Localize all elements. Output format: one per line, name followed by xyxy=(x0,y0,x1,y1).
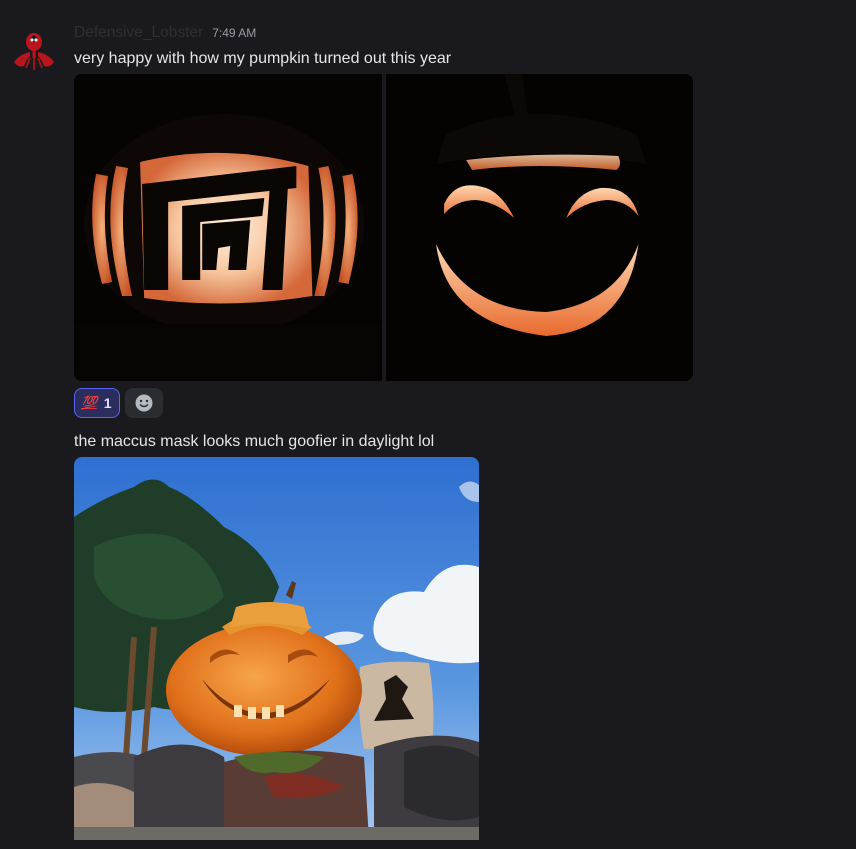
user-avatar[interactable] xyxy=(10,28,58,72)
jack-o-lantern-heart-image xyxy=(385,74,693,381)
scroll-boundary xyxy=(0,842,856,849)
image-attachment[interactable] xyxy=(74,457,479,840)
add-reaction-button[interactable] xyxy=(125,388,164,418)
image-attachment[interactable] xyxy=(74,74,382,381)
message-text: very happy with how my pumpkin turned ou… xyxy=(74,50,452,67)
username[interactable]: Defensive_Lobster xyxy=(74,24,203,42)
chat-channel: Defensive_Lobster 7:49 AM very happy wit… xyxy=(0,0,856,849)
reaction-hundred-points[interactable]: 💯 1 xyxy=(74,388,121,418)
message-timestamp[interactable]: 7:49 AM xyxy=(212,26,256,40)
hundred-points-icon: 💯 xyxy=(81,395,97,410)
reactions-bar: 💯 1 xyxy=(74,388,164,418)
reaction-count: 1 xyxy=(103,395,112,411)
jack-o-lantern-g-image xyxy=(74,74,382,381)
image-attachment[interactable] xyxy=(385,74,693,381)
message-text: the maccus mask looks much goofier in da… xyxy=(74,433,435,450)
lobster-avatar-icon xyxy=(14,33,54,70)
message-header: Defensive_Lobster 7:49 AM xyxy=(74,24,256,44)
pumpkin-daylight-image xyxy=(74,457,479,840)
smiley-add-reaction-icon xyxy=(135,394,153,412)
image-attachment-grid xyxy=(74,74,693,381)
